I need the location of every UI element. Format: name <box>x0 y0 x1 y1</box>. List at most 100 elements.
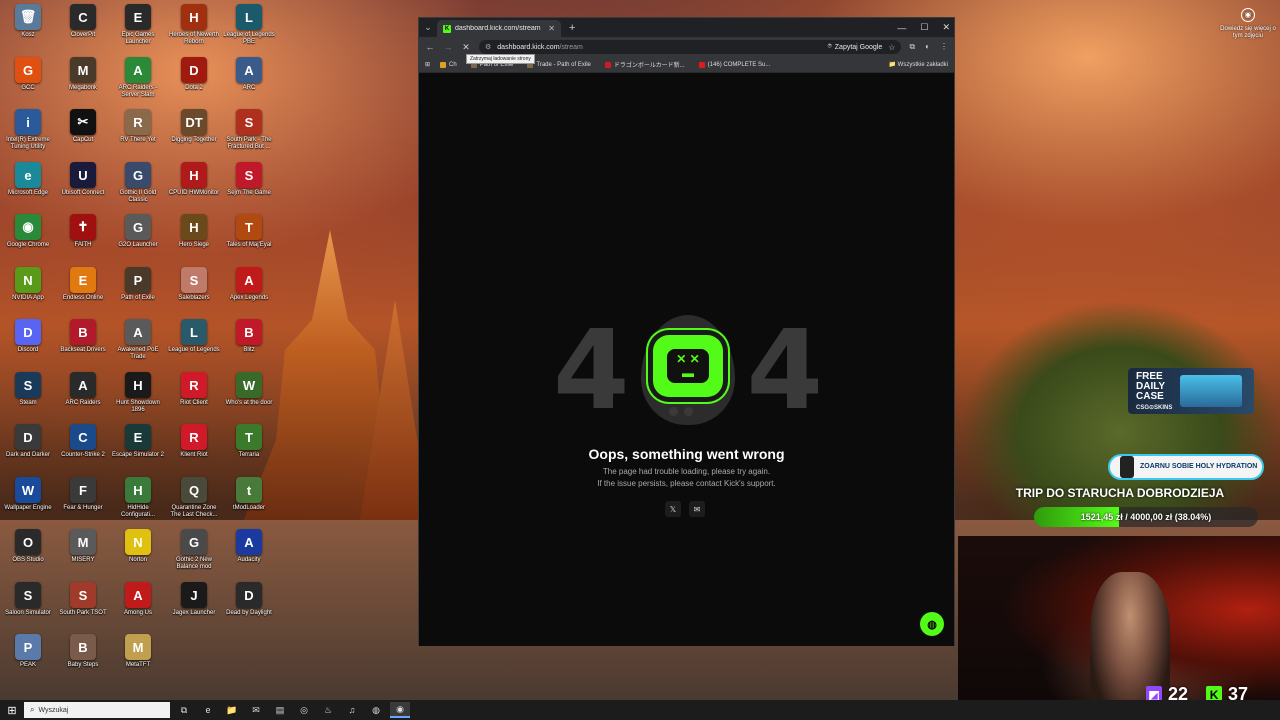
desktop-icon[interactable]: D Dota 2 <box>166 57 222 92</box>
desktop-icon[interactable]: S South Park - The Fractured But ... <box>221 109 277 151</box>
desktop-icon[interactable]: J Jagex Launcher <box>166 582 222 617</box>
desktop-icon[interactable]: R Riot Client <box>166 372 222 407</box>
desktop-icon[interactable]: H Hero Siege <box>166 214 222 249</box>
store-icon[interactable]: ▤ <box>270 702 290 718</box>
desktop-icon[interactable]: C Counter-Strike 2 <box>55 424 111 459</box>
desktop-icon[interactable]: ✝ FAITH <box>55 214 111 249</box>
desktop-icon[interactable]: R RV There Yet <box>110 109 166 144</box>
desktop-icon[interactable]: T Terraria <box>221 424 277 459</box>
desktop-icon[interactable]: A ARC <box>221 57 277 92</box>
url-text[interactable]: dashboard.kick.com/stream <box>497 44 821 51</box>
x-twitter-icon[interactable]: 𝕏 <box>665 501 681 517</box>
ask-google-button[interactable]: ⌾ Zapytaj Google <box>828 43 883 51</box>
maximize-button[interactable]: ☐ <box>920 22 928 33</box>
support-chat-icon[interactable]: ◍ <box>920 612 944 636</box>
desktop-icon[interactable]: B Backseat Drivers <box>55 319 111 354</box>
desktop-icon[interactable]: t tModLoader <box>221 477 277 512</box>
desktop-icon[interactable]: W Who's at the door <box>221 372 277 407</box>
forward-button[interactable]: → <box>443 42 453 52</box>
desktop-icon[interactable]: S Saleblazers <box>166 267 222 302</box>
desktop-icon[interactable]: E Epic Games Launcher <box>110 4 166 46</box>
mail-icon[interactable]: ✉ <box>689 501 705 517</box>
desktop-icon[interactable]: G GCC <box>0 57 56 92</box>
chrome-taskbar-icon[interactable]: ◉ <box>390 702 410 718</box>
desktop-icon[interactable]: e Microsoft Edge <box>0 162 56 197</box>
desktop-icon[interactable]: B Blitz <box>221 319 277 354</box>
desktop-icon[interactable]: i Intel(R) Extreme Tuning Utility <box>0 109 56 151</box>
desktop-icon[interactable]: S South Park TSOT <box>55 582 111 617</box>
tab-search-icon[interactable]: ⌄ <box>419 22 437 33</box>
extensions-icon[interactable]: ⧉ <box>909 42 915 52</box>
desktop-icon[interactable]: ✂ CapCut <box>55 109 111 144</box>
desktop-icon[interactable]: M MISERY <box>55 529 111 564</box>
desktop-icon[interactable]: 🗑 Kosz <box>0 4 56 39</box>
apps-grid-icon[interactable]: ⊞ <box>425 61 430 68</box>
minimize-button[interactable]: — <box>897 23 906 33</box>
desktop-icon[interactable]: D Dark and Darker <box>0 424 56 459</box>
site-info-icon[interactable]: ⚙ <box>485 43 491 51</box>
stop-loading-button[interactable]: ✕ <box>461 42 471 53</box>
tab-kick-dashboard[interactable]: K dashboard.kick.com/stream ✕ <box>437 20 561 37</box>
desktop-icon[interactable]: B Baby Steps <box>55 634 111 669</box>
desktop-icon[interactable]: S Sejm The Game <box>221 162 277 197</box>
desktop-icon[interactable]: F Fear & Hunger <box>55 477 111 512</box>
desktop-icon[interactable]: A Apex Legends <box>221 267 277 302</box>
windows-start-icon[interactable]: ⊞ <box>4 702 20 718</box>
desktop-icon[interactable]: N Norton <box>110 529 166 564</box>
desktop-icon[interactable]: E Endless Online <box>55 267 111 302</box>
desktop-icon[interactable]: M Megabonk <box>55 57 111 92</box>
desktop-icon[interactable]: L League of Legends <box>166 319 222 354</box>
desktop-icon[interactable]: A ARC Raiders - Server Slam <box>110 57 166 99</box>
file-explorer-icon[interactable]: 📁 <box>222 702 242 718</box>
desktop-icon[interactable]: R Klient Riot <box>166 424 222 459</box>
desktop-icon[interactable]: A Awakened PoE Trade <box>110 319 166 361</box>
menu-kebab-icon[interactable]: ⋮ <box>940 42 948 52</box>
desktop-icon[interactable]: S Steam <box>0 372 56 407</box>
desktop-icon[interactable]: N NVIDIA App <box>0 267 56 302</box>
desktop-icon[interactable]: H CPUID HWMonitor <box>166 162 222 197</box>
desktop-icon[interactable]: O OBS Studio <box>0 529 56 564</box>
obs-taskbar-icon[interactable]: ◍ <box>366 702 386 718</box>
desktop-icon[interactable]: E Escape Simulator 2 <box>110 424 166 459</box>
bookmark-item[interactable]: (146) COMPLETE Su... <box>698 60 770 69</box>
bookmark-item[interactable]: ドラゴンボールカード新... <box>604 60 685 69</box>
desktop-icon[interactable]: H Heroes of Newerth Reborn <box>166 4 222 46</box>
task-view-icon[interactable]: ⧉ <box>174 702 194 718</box>
address-bar[interactable]: ⚙ dashboard.kick.com/stream ⌾ Zapytaj Goo… <box>479 40 902 54</box>
desktop-icon[interactable]: ◉ Google Chrome <box>0 214 56 249</box>
desktop-icon[interactable]: DT Digging Together <box>166 109 222 144</box>
bookmark-item[interactable]: Trade - Path of Exile <box>527 60 591 69</box>
desktop-icon[interactable]: D Discord <box>0 319 56 354</box>
desktop-icon[interactable]: H Hunt Showdown 1896 <box>110 372 166 414</box>
desktop-icon[interactable]: U Ubisoft Connect <box>55 162 111 197</box>
desktop-icon[interactable]: G G2O Launcher <box>110 214 166 249</box>
desktop-icon[interactable]: M MetaTFT <box>110 634 166 669</box>
steam-taskbar-icon[interactable]: ♨ <box>318 702 338 718</box>
desktop-icon[interactable]: L League of Legends PBE <box>221 4 277 46</box>
app-icon[interactable]: ◎ <box>294 702 314 718</box>
desktop-icon[interactable]: C CloverPit <box>55 4 111 39</box>
learn-about-photo[interactable]: ◉ Dowiedz się więcej o tym zdjęciu <box>1218 8 1278 40</box>
spotify-icon[interactable]: ♫ <box>342 702 362 718</box>
profile-icon[interactable]: ◐ <box>925 42 930 52</box>
desktop-icon[interactable]: D Dead by Daylight <box>221 582 277 617</box>
desktop-icon[interactable]: G Gothic II Gold Classic <box>110 162 166 204</box>
edge-taskbar-icon[interactable]: e <box>198 702 218 718</box>
back-button[interactable]: ← <box>425 42 435 52</box>
taskbar-search[interactable]: ⌕ Wyszukaj <box>24 702 170 718</box>
desktop-icon[interactable]: H HidHide Configurati... <box>110 477 166 519</box>
desktop-icon[interactable]: P PEAK <box>0 634 56 669</box>
bookmark-star-icon[interactable]: ☆ <box>888 43 895 52</box>
close-window-button[interactable]: ✕ <box>942 22 950 33</box>
bookmark-item[interactable]: Ch <box>440 60 457 69</box>
all-bookmarks-folder[interactable]: 📁 Wszystkie zakładki <box>889 61 948 68</box>
desktop-icon[interactable]: P Path of Exile <box>110 267 166 302</box>
desktop-icon[interactable]: Q Quarantine Zone The Last Check... <box>166 477 222 519</box>
tab-close-icon[interactable]: ✕ <box>548 24 555 33</box>
desktop-icon[interactable]: A Audacity <box>221 529 277 564</box>
desktop-icon[interactable]: G Gothic 2 New Balance mod <box>166 529 222 571</box>
desktop-icon[interactable]: W Wallpaper Engine <box>0 477 56 512</box>
desktop-icon[interactable]: A Among Us <box>110 582 166 617</box>
outlook-icon[interactable]: ✉ <box>246 702 266 718</box>
new-tab-button[interactable]: + <box>569 22 575 34</box>
